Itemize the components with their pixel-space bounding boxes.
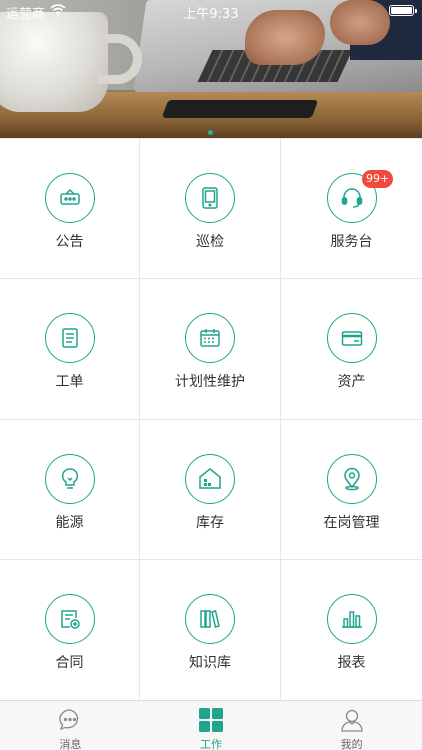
tab-profile[interactable]: 我的 [281, 701, 422, 750]
module-service-desk[interactable]: 99+ 服务台 [281, 139, 422, 279]
module-knowledge-base[interactable]: 知识库 [140, 560, 281, 701]
warehouse-icon [185, 454, 235, 504]
module-label: 工单 [55, 374, 84, 390]
module-label: 计划性维护 [175, 374, 245, 390]
grid-icon [198, 707, 224, 733]
banner-phone [161, 100, 319, 118]
tab-label: 消息 [59, 738, 82, 750]
bar-chart-icon [326, 594, 377, 644]
module-planned-maintenance[interactable]: 计划性维护 [140, 279, 281, 420]
chat-bubble-icon [57, 707, 83, 733]
module-label: 报表 [337, 655, 366, 671]
module-label: 巡检 [196, 234, 224, 250]
books-icon [185, 594, 235, 644]
status-bar: 运营商 上午9:33 [0, 0, 422, 22]
module-reports[interactable]: 报表 [281, 560, 422, 701]
module-work-order[interactable]: 工单 [0, 279, 140, 420]
inspection-tablet-icon [185, 173, 235, 223]
module-on-duty-management[interactable]: 在岗管理 [281, 420, 422, 560]
tab-label: 工作 [200, 738, 222, 750]
announcement-icon [44, 173, 95, 223]
contract-icon [44, 594, 95, 644]
location-pin-icon [326, 454, 377, 504]
tab-label: 我的 [340, 738, 363, 750]
module-grid: 公告 巡检 99+ 服务台 工单 计划性维护 资产 能源 库存 在岗管理 合同 … [0, 138, 422, 701]
module-label: 知识库 [189, 655, 231, 671]
module-label: 资产 [337, 374, 366, 390]
module-label: 在岗管理 [323, 515, 380, 531]
work-order-document-icon [44, 313, 95, 363]
module-assets[interactable]: 资产 [281, 279, 422, 420]
card-icon [326, 313, 377, 363]
lightbulb-icon [44, 454, 95, 504]
module-inspection[interactable]: 巡检 [140, 139, 281, 279]
status-time: 上午9:33 [183, 7, 239, 22]
battery-icon [389, 5, 417, 16]
user-icon [339, 707, 365, 733]
banner-mug [0, 12, 108, 112]
tab-work[interactable]: 工作 [141, 701, 282, 750]
module-announcement[interactable]: 公告 [0, 139, 140, 279]
module-label: 服务台 [330, 234, 373, 250]
tab-messages[interactable]: 消息 [0, 701, 141, 750]
module-energy[interactable]: 能源 [0, 420, 140, 560]
module-contract[interactable]: 合同 [0, 560, 140, 701]
bottom-tab-bar: 消息 工作 我的 [0, 700, 422, 750]
module-label: 能源 [55, 515, 84, 531]
carousel-page-indicator[interactable] [208, 130, 213, 135]
module-label: 合同 [55, 655, 84, 671]
notification-badge: 99+ [362, 170, 394, 188]
module-label: 库存 [196, 515, 224, 531]
module-inventory[interactable]: 库存 [140, 420, 281, 560]
module-label: 公告 [55, 234, 84, 250]
calendar-icon [185, 313, 235, 363]
